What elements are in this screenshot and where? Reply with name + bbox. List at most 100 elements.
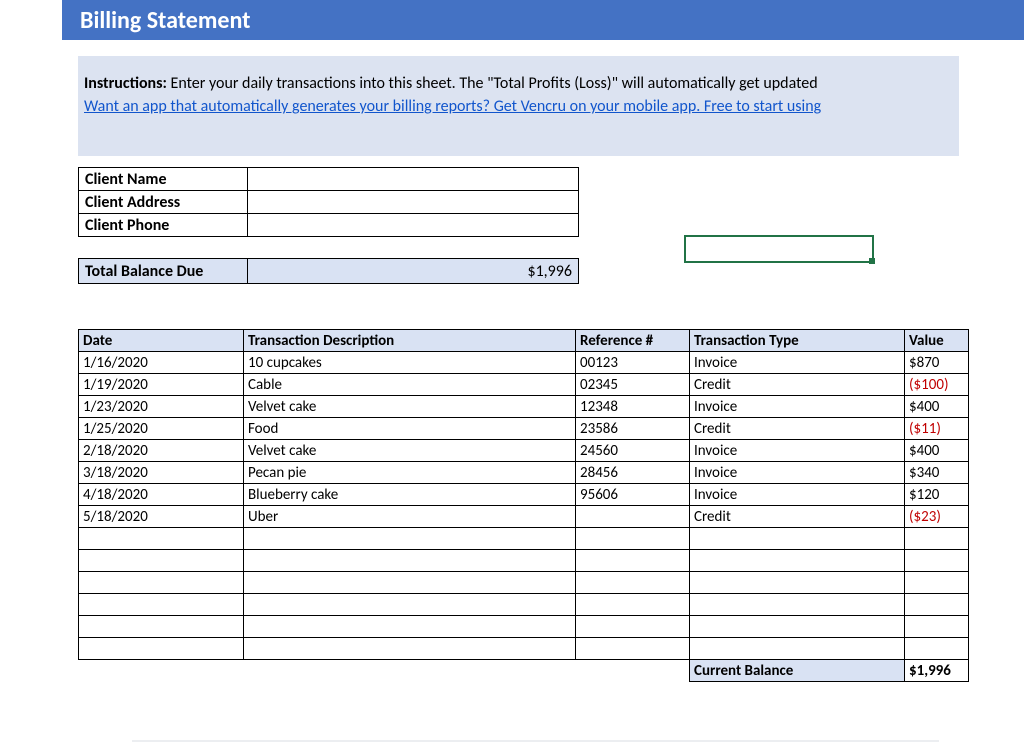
cell-date[interactable]: 1/25/2020 — [79, 418, 244, 440]
cell-empty[interactable] — [905, 550, 969, 572]
cell-empty[interactable] — [576, 594, 690, 616]
cell-type[interactable]: Invoice — [690, 462, 905, 484]
cell-empty[interactable] — [244, 638, 576, 660]
cell-date[interactable]: 1/23/2020 — [79, 396, 244, 418]
cell-empty[interactable] — [244, 594, 576, 616]
cell-type[interactable]: Credit — [690, 418, 905, 440]
cell-empty[interactable] — [690, 638, 905, 660]
client-name-label: Client Name — [79, 168, 248, 191]
cell-empty[interactable] — [576, 638, 690, 660]
cell-date[interactable]: 5/18/2020 — [79, 506, 244, 528]
cell-empty[interactable] — [576, 616, 690, 638]
footer-row: Current Balance$1,996 — [79, 660, 969, 682]
instructions-text: Enter your daily transactions into this … — [167, 74, 818, 93]
cell-empty[interactable] — [905, 528, 969, 550]
cell-value[interactable]: ($23) — [905, 506, 969, 528]
table-row-empty[interactable] — [79, 528, 969, 550]
cell-ref[interactable]: 02345 — [576, 374, 690, 396]
cell-empty[interactable] — [576, 572, 690, 594]
cell-empty[interactable] — [690, 616, 905, 638]
cell-date[interactable]: 1/16/2020 — [79, 352, 244, 374]
table-row[interactable]: 1/23/2020Velvet cake12348Invoice$400 — [79, 396, 969, 418]
cell-desc[interactable]: Blueberry cake — [244, 484, 576, 506]
cell-empty[interactable] — [576, 550, 690, 572]
cell-empty[interactable] — [79, 638, 244, 660]
cell-empty[interactable] — [690, 572, 905, 594]
cell-empty[interactable] — [79, 572, 244, 594]
active-cell-selection[interactable] — [684, 235, 874, 263]
cell-type[interactable]: Credit — [690, 374, 905, 396]
table-row[interactable]: 1/16/202010 cupcakes00123Invoice$870 — [79, 352, 969, 374]
cell-date[interactable]: 4/18/2020 — [79, 484, 244, 506]
cell-empty[interactable] — [905, 616, 969, 638]
cell-desc[interactable]: Pecan pie — [244, 462, 576, 484]
fill-handle[interactable] — [869, 258, 875, 264]
table-row[interactable]: 5/18/2020Uber Credit($23) — [79, 506, 969, 528]
cell-empty[interactable] — [79, 550, 244, 572]
cell-ref[interactable]: 28456 — [576, 462, 690, 484]
cell-empty[interactable] — [905, 638, 969, 660]
table-row[interactable]: 4/18/2020Blueberry cake95606Invoice$120 — [79, 484, 969, 506]
cell-desc[interactable]: Velvet cake — [244, 440, 576, 462]
client-address-cell[interactable] — [248, 191, 579, 214]
cell-empty[interactable] — [244, 550, 576, 572]
cell-value[interactable]: ($100) — [905, 374, 969, 396]
cell-date[interactable]: 1/19/2020 — [79, 374, 244, 396]
table-row[interactable]: 1/19/2020Cable02345Credit($100) — [79, 374, 969, 396]
cell-value[interactable]: $870 — [905, 352, 969, 374]
cell-type[interactable]: Invoice — [690, 352, 905, 374]
cell-empty[interactable] — [905, 572, 969, 594]
instructions-label: Instructions: — [84, 74, 167, 93]
client-info-table: Client Name Client Address Client Phone — [78, 167, 579, 237]
table-row-empty[interactable] — [79, 616, 969, 638]
promo-link[interactable]: Want an app that automatically generates… — [84, 97, 821, 116]
client-phone-cell[interactable] — [248, 214, 579, 237]
transactions-table: Date Transaction Description Reference #… — [78, 329, 969, 682]
cell-empty[interactable] — [905, 594, 969, 616]
cell-ref[interactable]: 95606 — [576, 484, 690, 506]
cell-empty[interactable] — [79, 616, 244, 638]
cell-ref[interactable]: 00123 — [576, 352, 690, 374]
cell-value[interactable]: $400 — [905, 396, 969, 418]
cell-empty[interactable] — [690, 594, 905, 616]
cell-desc[interactable]: Velvet cake — [244, 396, 576, 418]
cell-type[interactable]: Credit — [690, 506, 905, 528]
cell-empty[interactable] — [690, 528, 905, 550]
table-row-empty[interactable] — [79, 572, 969, 594]
col-ref-header: Reference # — [576, 330, 690, 352]
cell-date[interactable]: 2/18/2020 — [79, 440, 244, 462]
cell-type[interactable]: Invoice — [690, 396, 905, 418]
col-desc-header: Transaction Description — [244, 330, 576, 352]
table-row[interactable]: 3/18/2020Pecan pie28456Invoice$340 — [79, 462, 969, 484]
total-balance-table: Total Balance Due $1,996 — [78, 258, 579, 284]
cell-type[interactable]: Invoice — [690, 440, 905, 462]
table-row-empty[interactable] — [79, 638, 969, 660]
total-balance-value: $1,996 — [248, 259, 579, 284]
cell-value[interactable]: $120 — [905, 484, 969, 506]
cell-type[interactable]: Invoice — [690, 484, 905, 506]
cell-desc[interactable]: Food — [244, 418, 576, 440]
cell-empty[interactable] — [79, 594, 244, 616]
cell-desc[interactable]: Uber — [244, 506, 576, 528]
cell-empty[interactable] — [576, 528, 690, 550]
cell-date[interactable]: 3/18/2020 — [79, 462, 244, 484]
cell-empty[interactable] — [244, 528, 576, 550]
table-row-empty[interactable] — [79, 550, 969, 572]
table-row[interactable]: 1/25/2020Food23586Credit($11) — [79, 418, 969, 440]
cell-empty[interactable] — [79, 528, 244, 550]
cell-empty[interactable] — [244, 572, 576, 594]
client-name-cell[interactable] — [248, 168, 579, 191]
cell-empty[interactable] — [244, 616, 576, 638]
cell-ref[interactable] — [576, 506, 690, 528]
table-row[interactable]: 2/18/2020Velvet cake24560Invoice$400 — [79, 440, 969, 462]
cell-desc[interactable]: Cable — [244, 374, 576, 396]
cell-ref[interactable]: 23586 — [576, 418, 690, 440]
cell-empty[interactable] — [690, 550, 905, 572]
cell-value[interactable]: $340 — [905, 462, 969, 484]
cell-value[interactable]: ($11) — [905, 418, 969, 440]
cell-ref[interactable]: 24560 — [576, 440, 690, 462]
cell-desc[interactable]: 10 cupcakes — [244, 352, 576, 374]
table-row-empty[interactable] — [79, 594, 969, 616]
cell-value[interactable]: $400 — [905, 440, 969, 462]
cell-ref[interactable]: 12348 — [576, 396, 690, 418]
